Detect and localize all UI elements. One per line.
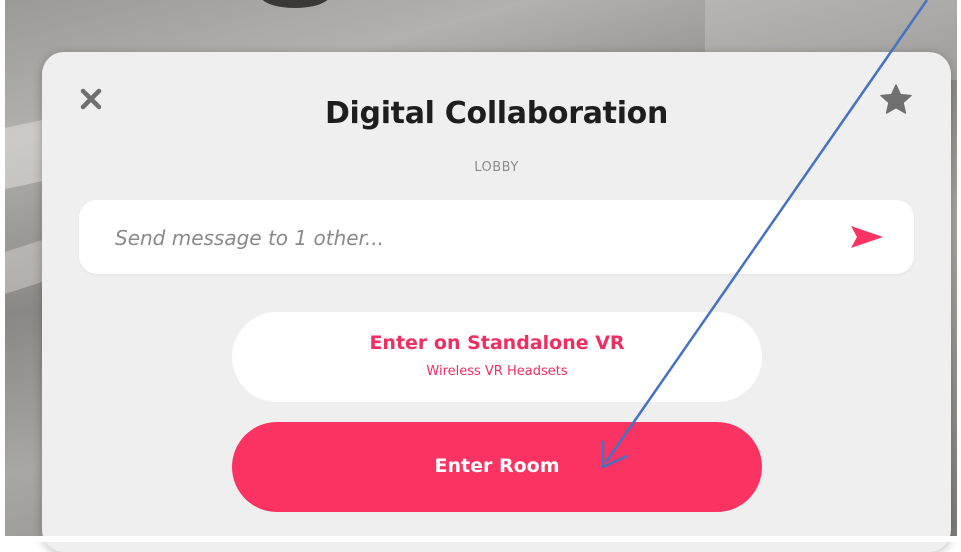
enter-room-button[interactable]: Enter Room [232,422,762,512]
message-input[interactable] [113,220,817,256]
standalone-vr-label: Enter on Standalone VR [369,332,625,354]
send-message-button[interactable] [847,222,887,252]
star-icon [880,84,912,114]
message-bar [79,200,914,274]
enter-room-label: Enter Room [434,455,560,477]
standalone-vr-sublabel: Wireless VR Headsets [426,364,568,379]
room-subtitle: LOBBY [474,160,519,175]
room-title: Digital Collaboration [324,96,669,131]
screenshot-frame: Digital Collaboration LOBBY Enter on Sta… [0,0,961,552]
enter-standalone-vr-button[interactable]: Enter on Standalone VR Wireless VR Heads… [232,312,762,402]
scene-dark-object [260,0,330,8]
bottom-margin [0,536,961,542]
room-entry-dialog: Digital Collaboration LOBBY Enter on Sta… [42,52,951,552]
favorite-button[interactable] [878,82,914,118]
send-icon [851,226,883,248]
